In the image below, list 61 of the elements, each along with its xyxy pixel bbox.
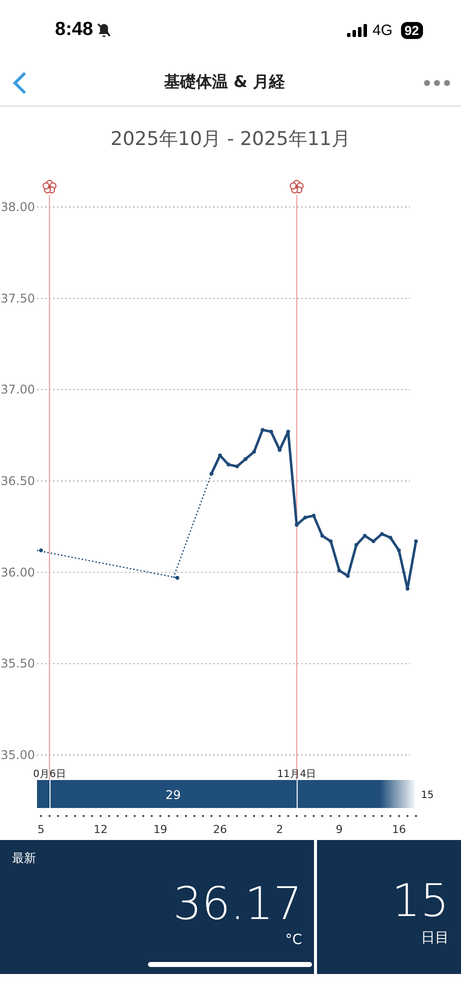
- back-button[interactable]: [12, 72, 26, 94]
- axis-label: 19: [153, 823, 168, 836]
- axis-label: 35.00: [0, 748, 35, 762]
- axis-label: 26: [212, 823, 227, 836]
- axis-label: 9: [336, 823, 343, 836]
- flower-icon: [42, 180, 56, 194]
- panel-label: 最新: [12, 850, 36, 867]
- data-point: [328, 539, 333, 544]
- bell-slash-icon: [96, 22, 112, 38]
- data-point: [397, 548, 401, 552]
- data-point: [269, 430, 274, 434]
- data-point: [278, 448, 282, 452]
- data-point: [252, 450, 256, 454]
- data-point: [226, 462, 230, 466]
- axis-label: 37.00: [0, 382, 35, 397]
- data-point: [388, 536, 392, 540]
- axis-label: 2: [276, 823, 284, 836]
- axis-label: 37.50: [0, 291, 35, 306]
- screen-title: 基礎体温 & 月経: [164, 72, 286, 93]
- axis-label: 38.00: [0, 200, 35, 214]
- data-point: [354, 543, 358, 547]
- data-point: [303, 516, 308, 520]
- axis-label: 36.00: [0, 565, 35, 580]
- clock-time: 8:48: [55, 19, 94, 41]
- date-label: 0月6日: [33, 769, 66, 780]
- unit-label: °C: [285, 932, 302, 948]
- cycle-day-value: 15: [392, 878, 449, 923]
- data-point: [362, 534, 367, 538]
- axis-label: 5: [38, 823, 44, 836]
- data-point: [39, 548, 43, 552]
- axis-label: 16: [392, 823, 406, 836]
- signal-icon: [346, 24, 367, 36]
- data-point: [244, 457, 248, 461]
- data-point: [294, 522, 299, 527]
- axis-label: 12: [94, 823, 108, 836]
- data-point: [175, 576, 180, 580]
- date-label: 11月4日: [277, 769, 316, 780]
- cycle-length: 29: [165, 788, 181, 802]
- cycle-day-count: 15: [421, 790, 434, 801]
- data-point: [406, 586, 410, 591]
- data-point: [218, 454, 222, 458]
- data-point: [210, 472, 214, 476]
- data-point: [286, 430, 290, 434]
- network-label: 4G: [372, 22, 393, 38]
- data-point: [320, 534, 324, 538]
- date-range: 2025年10月 - 2025年11月: [110, 126, 350, 152]
- data-point: [312, 514, 316, 518]
- data-point: [235, 464, 239, 468]
- axis-label: 35.50: [0, 656, 35, 671]
- unit-label: 日目: [421, 929, 449, 947]
- data-point: [260, 428, 264, 432]
- data-point: [371, 539, 376, 544]
- axis-label: 36.50: [0, 474, 35, 488]
- data-point: [414, 539, 418, 544]
- data-point: [346, 574, 350, 578]
- flower-icon: [290, 180, 304, 194]
- more-button[interactable]: [423, 78, 451, 86]
- battery-level: 92: [400, 22, 423, 38]
- data-point: [337, 568, 342, 572]
- temperature-value: 36.17: [173, 881, 302, 926]
- data-point: [380, 532, 384, 536]
